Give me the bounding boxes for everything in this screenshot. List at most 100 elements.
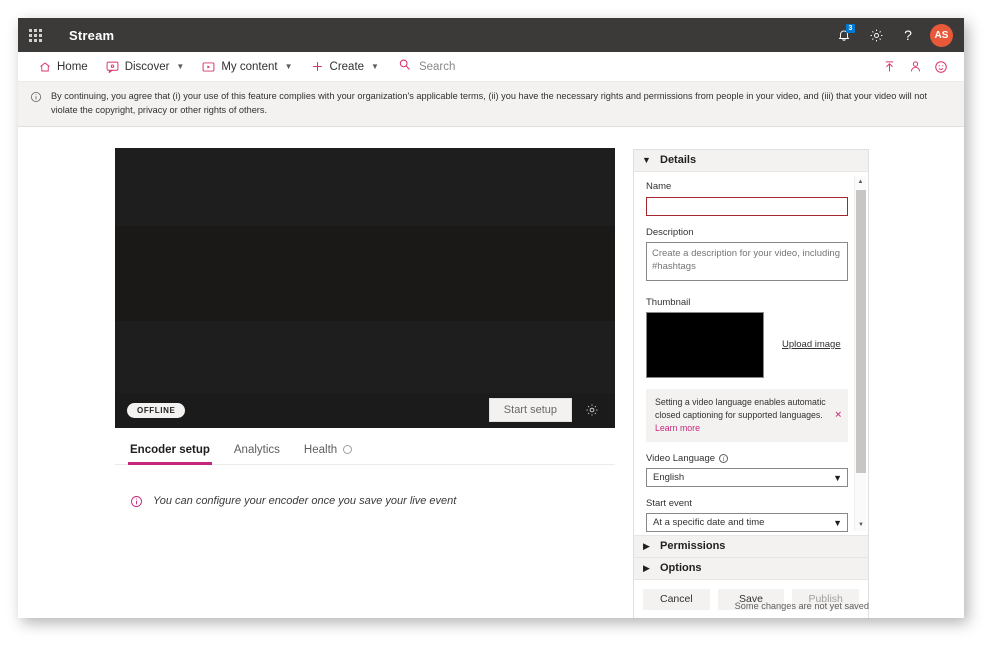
video-preview[interactable]: OFFLINE Start setup — [115, 147, 615, 428]
video-language-tip: Setting a video language enables automat… — [646, 388, 848, 443]
chevron-down-icon: ▼ — [284, 62, 293, 71]
video-band — [115, 147, 615, 226]
nav-item-home[interactable]: Home — [30, 52, 97, 82]
start-event-field-group: Start event At a specific date and time … — [646, 498, 848, 533]
encoder-setup-message-text: You can configure your encoder once you … — [153, 495, 457, 507]
video-band — [115, 225, 615, 321]
tip-message: Setting a video language enables automat… — [655, 396, 826, 420]
video-settings-button[interactable] — [579, 397, 605, 423]
permissions-section-header[interactable]: ▶ Permissions — [634, 534, 868, 557]
nav-item-create-label: Create — [329, 60, 365, 73]
status-ring-icon — [343, 445, 353, 454]
options-section-header[interactable]: ▶ Options — [634, 556, 868, 579]
name-label: Name — [646, 180, 672, 192]
close-icon[interactable]: ✕ — [834, 410, 842, 421]
details-scroll-region: Name Description Thumbnail Upload image — [634, 171, 868, 535]
save-status-text: Some changes are not yet saved — [734, 600, 869, 611]
help-button[interactable]: ? — [892, 18, 924, 52]
nav-right-actions — [876, 52, 964, 82]
details-scrollbar[interactable]: ▲ ▼ — [854, 175, 867, 531]
video-language-label-text: Video Language — [646, 453, 716, 465]
live-event-preview-column: OFFLINE Start setup Encoder setup Analyt… — [115, 147, 615, 508]
permissions-section-title: Permissions — [660, 540, 726, 552]
thumbnail-row: Upload image — [646, 311, 848, 378]
upload-icon — [885, 61, 893, 72]
feedback-button[interactable] — [928, 52, 954, 82]
start-event-value: At a specific date and time — [653, 517, 765, 529]
consent-banner: By continuing, you agree that (i) your u… — [18, 82, 964, 127]
learn-more-link[interactable]: Learn more — [655, 423, 700, 433]
description-input[interactable] — [646, 241, 848, 281]
discover-icon — [106, 61, 119, 73]
chevron-down-icon: ▼ — [642, 155, 651, 165]
chevron-down-icon: ▼ — [833, 517, 842, 528]
suite-header: Stream 3 ? AS — [18, 18, 964, 52]
chevron-right-icon: ▶ — [643, 540, 650, 551]
info-icon — [30, 89, 42, 118]
chevron-down-icon: ▼ — [176, 62, 185, 71]
nav-item-discover-label: Discover — [124, 60, 170, 73]
tab-encoder-setup-label: Encoder setup — [130, 443, 210, 456]
scrollbar-thumb[interactable] — [856, 189, 866, 473]
start-setup-button[interactable]: Start setup — [488, 398, 572, 422]
video-language-select[interactable]: English ▼ — [646, 468, 848, 488]
nav-item-home-label: Home — [57, 60, 88, 73]
settings-button[interactable] — [860, 18, 892, 52]
user-avatar[interactable]: AS — [930, 23, 953, 47]
video-language-tip-text: Setting a video language enables automat… — [655, 396, 840, 436]
tab-analytics-label: Analytics — [233, 443, 280, 456]
name-field-group: Name — [646, 181, 848, 216]
details-section-title: Details — [660, 154, 697, 166]
upload-image-link[interactable]: Upload image — [782, 339, 841, 350]
video-language-value: English — [653, 472, 685, 484]
app-title: Stream — [69, 27, 115, 43]
search-input[interactable]: Search — [398, 58, 455, 76]
video-control-bar: OFFLINE Start setup — [115, 393, 615, 428]
video-band — [115, 320, 615, 393]
description-label: Description — [646, 226, 694, 238]
tab-health[interactable]: Health — [304, 444, 353, 464]
nav-item-discover[interactable]: Discover ▼ — [97, 52, 194, 82]
content-area: OFFLINE Start setup Encoder setup Analyt… — [18, 126, 964, 618]
details-panel: ▼ Details Name Description Thumbnail — [633, 148, 869, 618]
tab-bar: Encoder setup Analytics Health — [115, 432, 615, 465]
app-launcher-icon — [28, 28, 42, 42]
suite-header-actions: 3 ? AS — [828, 18, 964, 52]
gear-icon — [586, 404, 598, 416]
scroll-down-arrow-icon[interactable]: ▼ — [855, 519, 867, 531]
status-badge: OFFLINE — [127, 402, 186, 418]
info-icon: i — [719, 454, 729, 464]
nav-item-my-content[interactable]: My content ▼ — [193, 52, 301, 82]
tab-analytics[interactable]: Analytics — [234, 444, 280, 464]
description-field-group: Description — [646, 227, 848, 286]
consent-banner-text: By continuing, you agree that (i) your u… — [51, 91, 928, 116]
search-placeholder: Search — [418, 60, 456, 73]
video-language-label: Video Language i — [646, 453, 848, 464]
video-language-field-group: Video Language i English ▼ — [646, 453, 848, 488]
app-launcher-button[interactable] — [18, 18, 52, 52]
home-icon — [39, 61, 51, 73]
screenshot-root: Stream 3 ? AS Home Discover ▼ My content… — [0, 0, 1008, 663]
info-icon — [130, 495, 143, 508]
options-section-title: Options — [660, 562, 702, 574]
my-content-icon — [202, 61, 215, 73]
start-event-select[interactable]: At a specific date and time ▼ — [646, 513, 848, 533]
name-input[interactable] — [646, 196, 848, 216]
thumbnail-field-group: Thumbnail Upload image — [646, 297, 848, 378]
application-window: Stream 3 ? AS Home Discover ▼ My content… — [18, 18, 964, 618]
primary-navigation: Home Discover ▼ My content ▼ Create ▼ Se… — [18, 52, 964, 82]
encoder-setup-message: You can configure your encoder once you … — [115, 495, 615, 508]
search-icon — [398, 58, 411, 76]
gear-icon — [870, 29, 882, 41]
tab-encoder-setup[interactable]: Encoder setup — [128, 443, 212, 465]
scroll-up-arrow-icon[interactable]: ▲ — [855, 176, 866, 188]
details-section-header[interactable]: ▼ Details — [634, 149, 868, 172]
upload-button[interactable] — [876, 52, 902, 82]
help-icon: ? — [904, 27, 912, 43]
start-event-label: Start event — [646, 498, 692, 510]
notifications-button[interactable]: 3 — [828, 18, 860, 52]
thumbnail-label: Thumbnail — [646, 296, 691, 308]
chevron-down-icon: ▼ — [833, 472, 842, 483]
account-button[interactable] — [902, 52, 928, 82]
nav-item-create[interactable]: Create ▼ — [302, 52, 388, 82]
